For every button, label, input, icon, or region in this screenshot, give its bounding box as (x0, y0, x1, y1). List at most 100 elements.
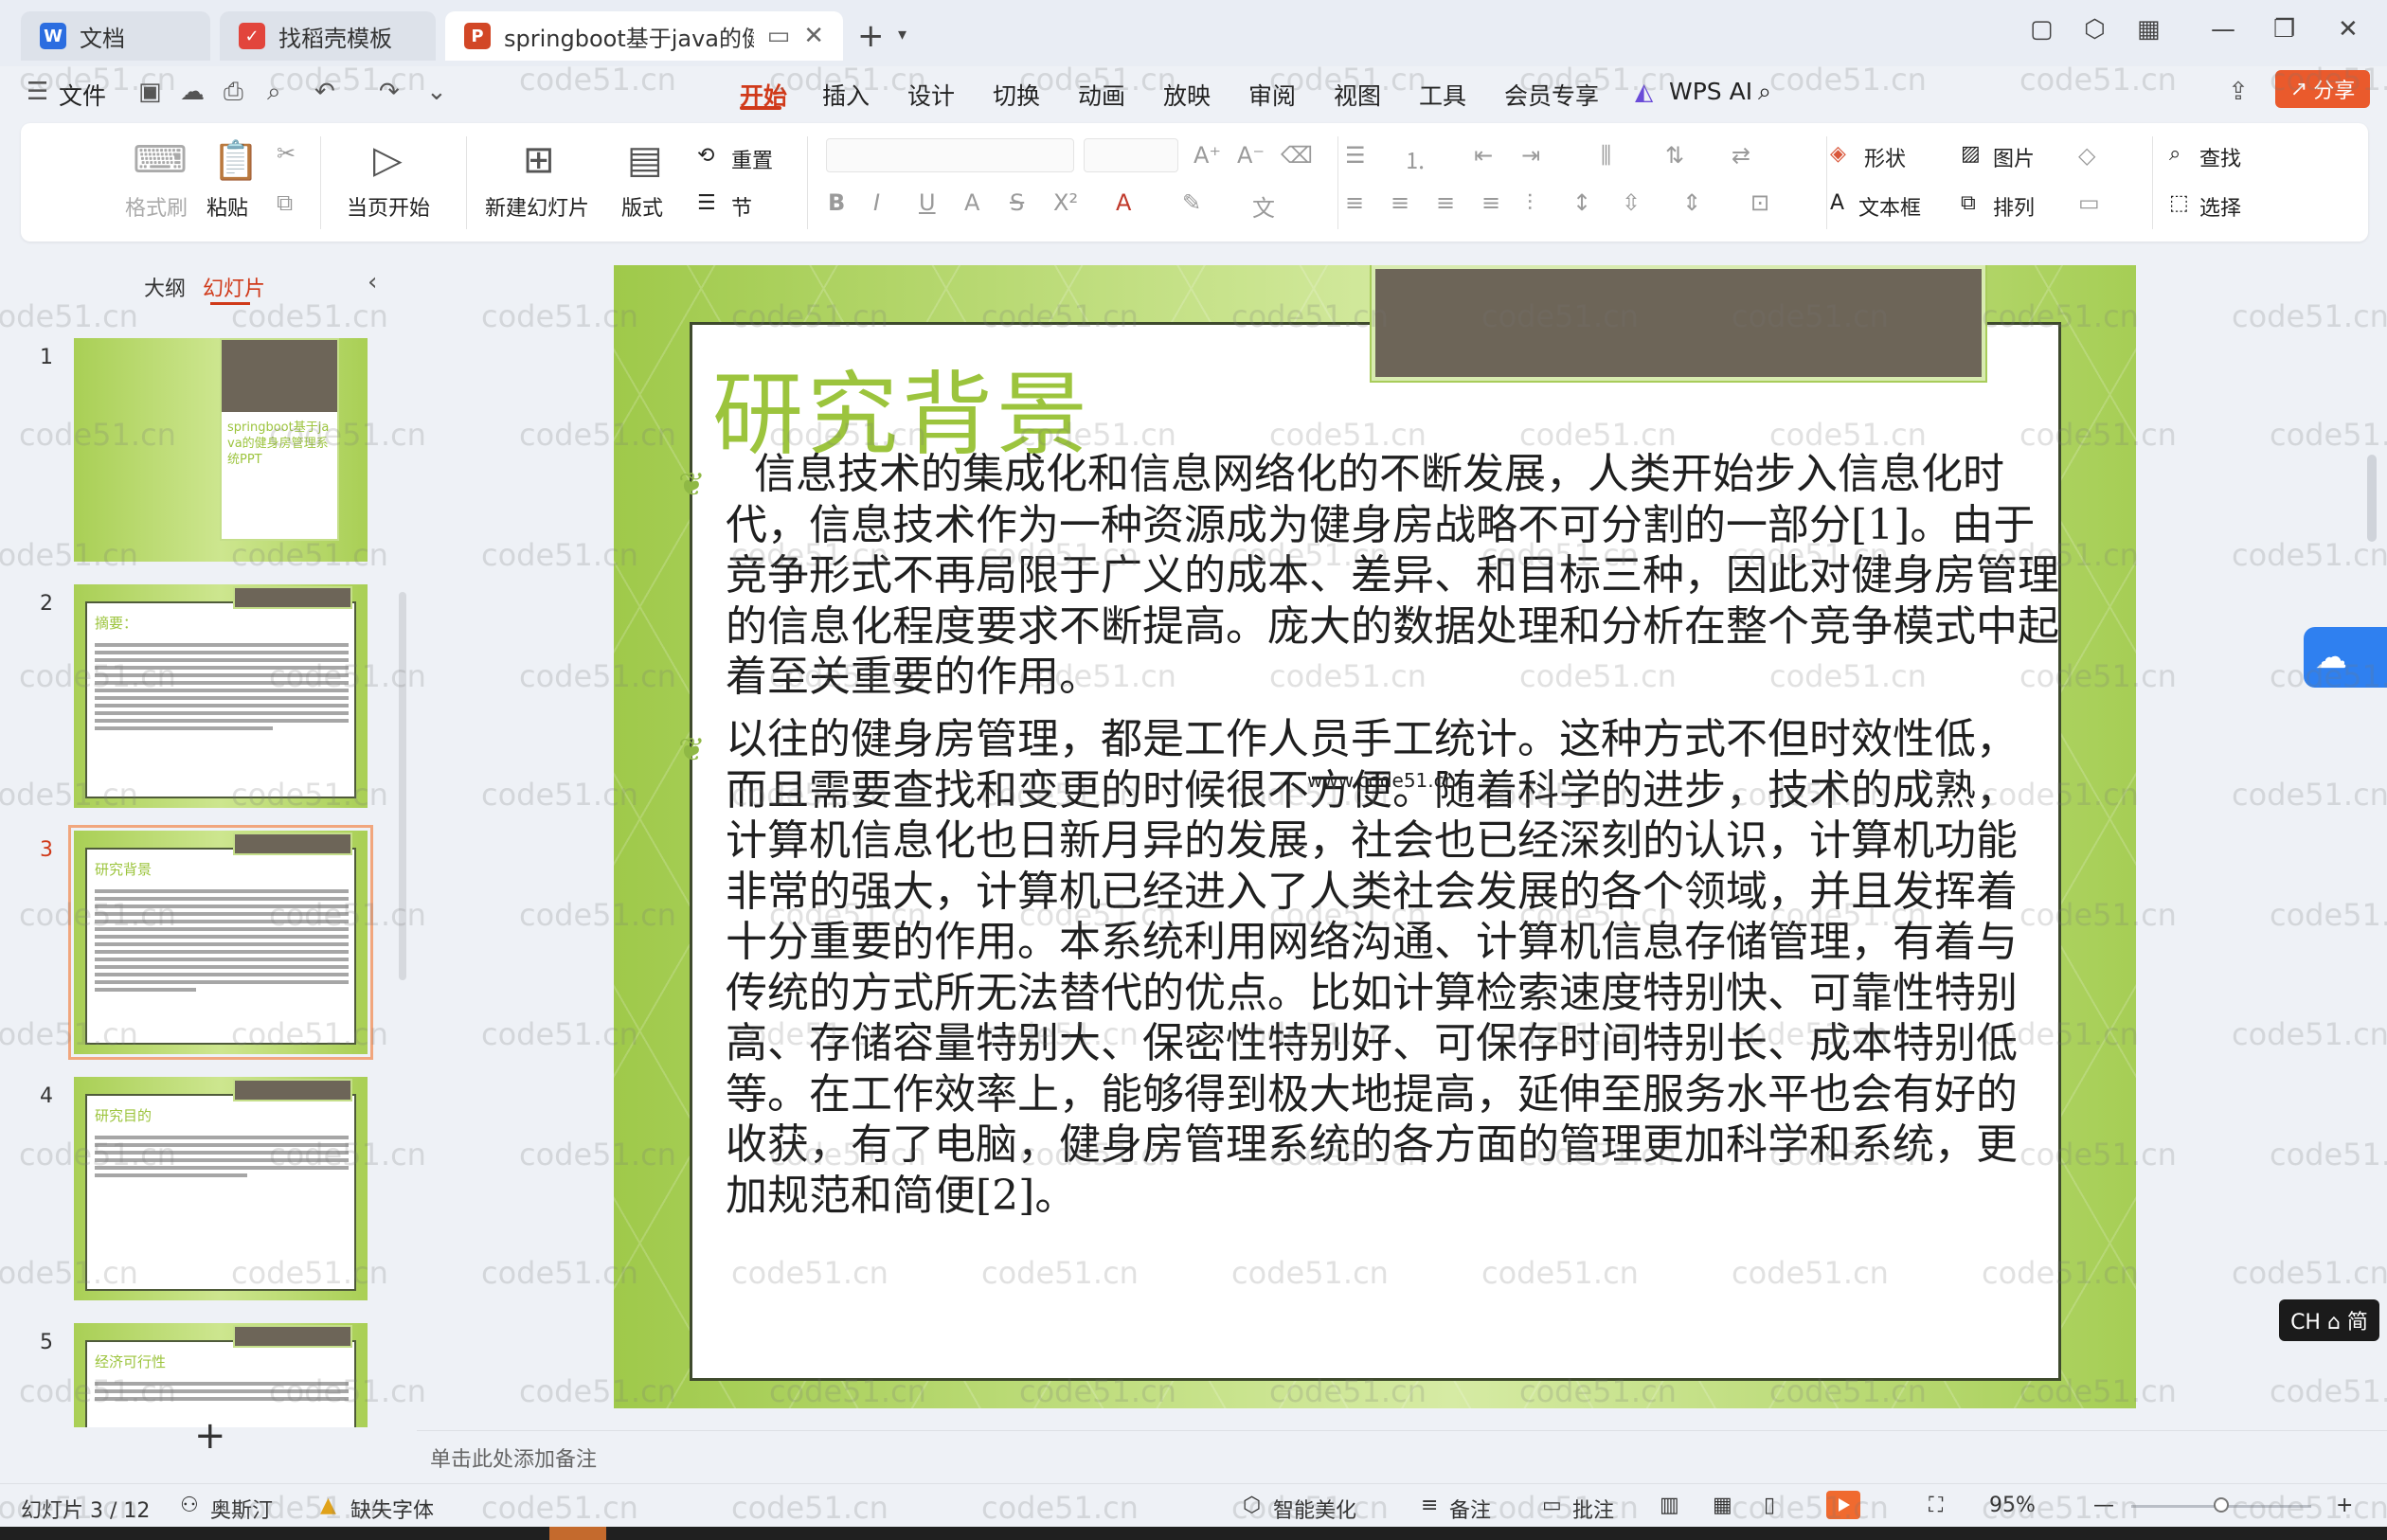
cube-icon[interactable]: ⬡ (2084, 15, 2106, 44)
print-preview-icon[interactable]: ⌕ (267, 78, 281, 107)
zoom-in-icon[interactable]: + (2336, 1494, 2353, 1517)
fill-icon[interactable]: ◇ (2078, 142, 2095, 169)
text-shadow-icon[interactable]: A (964, 189, 979, 216)
menu-view[interactable]: 视图 (1334, 78, 1381, 112)
paste-button[interactable]: 粘贴 (206, 191, 248, 222)
line-spacing-icon[interactable]: ↕ (1572, 189, 1591, 216)
align-left-icon[interactable]: ≡ (1345, 189, 1364, 216)
window-layout-icon[interactable]: ▢ (2030, 15, 2054, 44)
slide-thumbnail-3[interactable]: 研究背景 (68, 825, 373, 1060)
menu-file[interactable]: 文件 (59, 78, 106, 112)
collapse-panel-icon[interactable]: ‹ (368, 268, 377, 296)
copy-icon[interactable]: ⧉ (277, 189, 293, 216)
slide-paragraph-1[interactable]: 信息技术的集成化和信息网络化的不断发展，人类开始步入信息化时代，信息技术作为一种… (726, 449, 2071, 703)
beautify-button[interactable]: 智能美化 (1273, 1494, 1356, 1524)
slide-thumbnail-5[interactable]: 经济可行性 (74, 1323, 368, 1427)
theme-name[interactable]: 奥斯汀 (210, 1494, 273, 1524)
shape-button[interactable]: 形状 (1864, 142, 1906, 172)
select-button[interactable]: 选择 (2199, 191, 2241, 222)
menu-tools[interactable]: 工具 (1419, 78, 1466, 112)
grid-view-icon[interactable]: ▦ (1713, 1494, 1732, 1517)
notes-pane[interactable]: 单击此处添加备注 (417, 1430, 2387, 1483)
zoom-slider-handle[interactable] (2214, 1497, 2229, 1513)
bullet-list-icon[interactable]: ☰ (1345, 142, 1366, 169)
avatar[interactable]: ▦ (2137, 15, 2161, 44)
reset-button[interactable]: 重置 (731, 144, 773, 174)
chevron-down-icon[interactable]: ▾ (898, 25, 906, 45)
strikethrough-icon[interactable]: S (1010, 189, 1024, 216)
outline-icon[interactable]: ▭ (2078, 189, 2100, 216)
highlight-icon[interactable]: ✎ (1182, 189, 1201, 216)
floating-assistant-icon[interactable]: ☁ (2304, 627, 2387, 688)
picture-button[interactable]: 图片 (1993, 142, 2035, 172)
arrange-button[interactable]: 排列 (1993, 191, 2035, 222)
canvas-scrollbar[interactable] (2367, 455, 2377, 542)
redo-icon[interactable]: ↷ (379, 78, 400, 106)
fit-window-icon[interactable]: ⛶ (1929, 1494, 1943, 1517)
sort-icon[interactable]: ⇅ (1665, 142, 1684, 169)
window-close-icon[interactable]: ✕ (2338, 15, 2359, 44)
print-icon[interactable]: ⎙ (224, 78, 243, 107)
slide-canvas[interactable]: 研究背景 ❦ 信息技术的集成化和信息网络化的不断发展，人类开始步入信息化时代，信… (614, 265, 2136, 1408)
tab-docer-templates[interactable]: ✓ 找稻壳模板 (220, 11, 436, 61)
tab-slides[interactable]: 幻灯片 (203, 272, 265, 302)
smartart-icon[interactable]: ⊡ (1750, 189, 1769, 216)
increase-indent-icon[interactable]: ⇥ (1521, 142, 1540, 169)
undo-icon[interactable]: ↶ (314, 78, 335, 106)
find-button[interactable]: 查找 (2199, 142, 2241, 172)
section-button[interactable]: 节 (731, 191, 752, 222)
maximize-icon[interactable]: ❐ (2273, 15, 2295, 44)
taskbar-active-app[interactable] (549, 1527, 606, 1540)
italic-icon[interactable]: I (873, 189, 880, 216)
decrease-indent-icon[interactable]: ⇤ (1474, 142, 1493, 169)
hamburger-icon[interactable]: ☰ (27, 78, 48, 106)
align-center-icon[interactable]: ≡ (1391, 189, 1409, 216)
cut-icon[interactable]: ✂ (277, 140, 296, 167)
text-columns-icon[interactable]: ⫼ (1601, 142, 1611, 169)
superscript-icon[interactable]: X² (1053, 189, 1078, 216)
chevron-down-icon[interactable]: ⌄ (426, 78, 447, 106)
thumbnail-scrollbar[interactable] (399, 592, 406, 980)
minimize-icon[interactable]: — (2211, 15, 2235, 44)
close-icon[interactable]: ✕ (803, 22, 824, 50)
slide-thumbnail-4[interactable]: 研究目的 (74, 1077, 368, 1300)
zoom-level[interactable]: 95% (1989, 1494, 2036, 1517)
menu-member[interactable]: 会员专享 (1504, 78, 1599, 112)
normal-view-icon[interactable]: ▥ (1660, 1494, 1679, 1517)
menu-animation[interactable]: 动画 (1078, 78, 1125, 112)
slide-thumbnail-1[interactable]: springboot基于java的健身房管理系统PPT (74, 338, 368, 562)
new-slide-button[interactable]: 新建幻灯片 (485, 191, 589, 222)
ime-indicator[interactable]: CH ⌂ 简 (2279, 1299, 2379, 1341)
menu-transition[interactable]: 切换 (993, 78, 1040, 112)
menu-slideshow[interactable]: 放映 (1163, 78, 1211, 112)
save-icon[interactable]: ▣ (138, 78, 162, 106)
cloud-icon[interactable]: ☁ (180, 78, 205, 106)
vertical-align-icon[interactable]: ⇕ (1682, 189, 1701, 216)
add-slide-plus-icon[interactable]: + (194, 1414, 226, 1458)
menu-wps-ai[interactable]: WPS AI (1669, 78, 1752, 105)
menu-review[interactable]: 审阅 (1248, 78, 1296, 112)
search-icon[interactable]: ⌕ (1758, 78, 1771, 106)
font-color-icon[interactable]: A (1116, 189, 1131, 216)
tab-current-presentation[interactable]: P springboot基于java的健身房 ▭ ✕ (445, 11, 843, 61)
font-size-select[interactable] (1084, 138, 1178, 172)
reading-view-icon[interactable]: ▯ (1764, 1494, 1775, 1517)
missing-font-button[interactable]: 缺失字体 (350, 1494, 434, 1524)
new-tab-plus-icon[interactable]: + (857, 17, 885, 55)
numbered-list-icon[interactable]: ⒈ (1404, 142, 1427, 175)
comments-button[interactable]: 批注 (1572, 1494, 1614, 1524)
bold-icon[interactable]: B (828, 189, 845, 216)
align-right-icon[interactable]: ≡ (1436, 189, 1455, 216)
zoom-out-icon[interactable]: — (2093, 1494, 2114, 1517)
slide-thumbnail-2[interactable]: 摘要： (74, 584, 368, 808)
paragraph-spacing-icon[interactable]: ⇳ (1622, 189, 1641, 216)
underline-icon[interactable]: U (919, 189, 936, 216)
text-direction-icon[interactable]: ⇄ (1732, 142, 1750, 169)
share-button[interactable]: ↗ 分享 (2275, 70, 2370, 108)
slideshow-play-button[interactable] (1826, 1491, 1860, 1519)
tab-documents[interactable]: W 文档 (21, 11, 210, 61)
distribute-icon[interactable]: ⫶ (1527, 189, 1533, 216)
justify-icon[interactable]: ≡ (1481, 189, 1500, 216)
textbox-button[interactable]: 文本框 (1858, 191, 1921, 222)
font-family-select[interactable] (826, 138, 1074, 172)
